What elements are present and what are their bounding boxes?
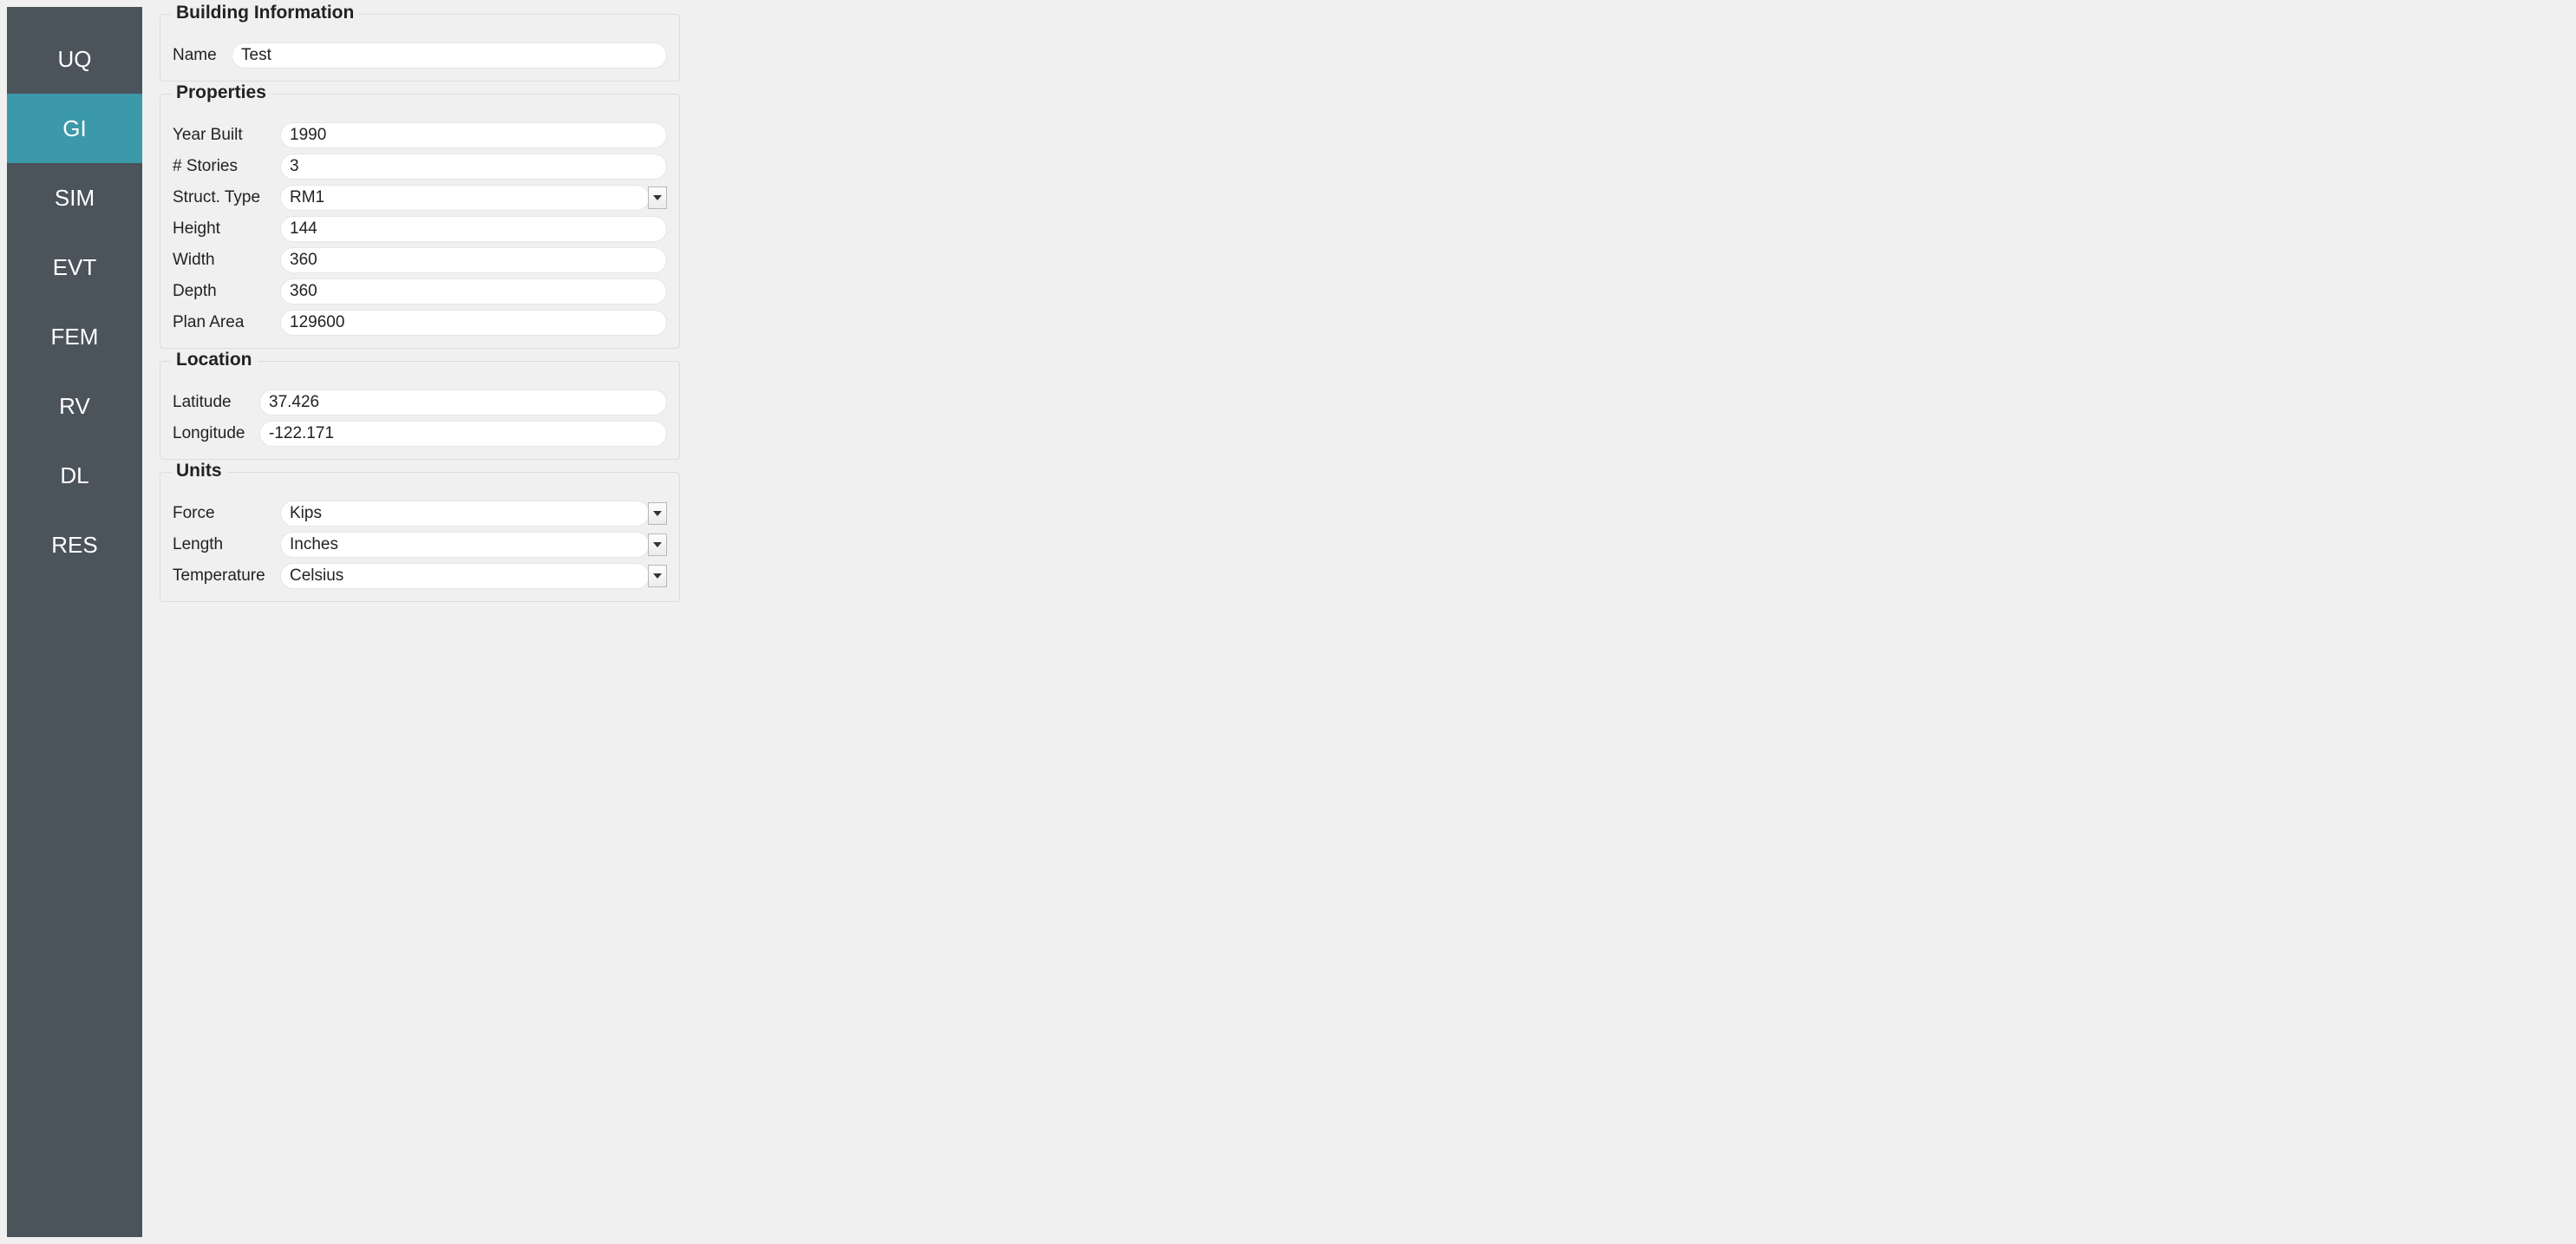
row-width: Width — [173, 247, 667, 273]
plan-area-input[interactable] — [280, 310, 667, 336]
row-force: Force Kips — [173, 501, 667, 527]
label-length: Length — [173, 535, 273, 554]
row-latitude: Latitude — [173, 390, 667, 416]
sidebar: UQ GI SIM EVT FEM RV DL RES — [7, 7, 142, 1237]
group-title: Building Information — [171, 3, 359, 23]
label-longitude: Longitude — [173, 424, 252, 443]
chevron-down-icon[interactable] — [648, 187, 667, 209]
chevron-down-icon[interactable] — [648, 502, 667, 525]
chevron-down-icon[interactable] — [648, 534, 667, 556]
row-stories: # Stories — [173, 154, 667, 180]
app-root: UQ GI SIM EVT FEM RV DL RES Building Inf… — [0, 0, 2576, 1244]
group-body: Year Built # Stories Struct. Type RM1 — [173, 122, 667, 336]
group-title: Properties — [171, 82, 271, 103]
group-title: Location — [171, 350, 258, 370]
group-body: Name — [173, 43, 667, 69]
sidebar-item-dl[interactable]: DL — [7, 441, 142, 510]
group-body: Latitude Longitude — [173, 390, 667, 447]
row-name: Name — [173, 43, 667, 69]
force-value: Kips — [280, 501, 650, 527]
group-properties: Properties Year Built # Stories Struct. … — [160, 94, 680, 349]
sidebar-item-evt[interactable]: EVT — [7, 232, 142, 302]
sidebar-item-fem[interactable]: FEM — [7, 302, 142, 371]
year-built-input[interactable] — [280, 122, 667, 148]
row-height: Height — [173, 216, 667, 242]
label-stories: # Stories — [173, 157, 273, 176]
temperature-value: Celsius — [280, 563, 650, 589]
depth-input[interactable] — [280, 278, 667, 304]
row-struct-type: Struct. Type RM1 — [173, 185, 667, 211]
sidebar-item-label: FEM — [51, 324, 99, 350]
sidebar-item-gi[interactable]: GI — [7, 94, 142, 163]
sidebar-item-res[interactable]: RES — [7, 510, 142, 579]
main-panel: Building Information Name Properties Yea… — [142, 0, 697, 1244]
row-year-built: Year Built — [173, 122, 667, 148]
force-select[interactable]: Kips — [280, 501, 667, 527]
row-depth: Depth — [173, 278, 667, 304]
row-temperature: Temperature Celsius — [173, 563, 667, 589]
label-temperature: Temperature — [173, 566, 273, 586]
label-latitude: Latitude — [173, 393, 252, 412]
label-plan-area: Plan Area — [173, 313, 273, 332]
length-select[interactable]: Inches — [280, 532, 667, 558]
length-value: Inches — [280, 532, 650, 558]
name-input[interactable] — [232, 43, 667, 69]
longitude-input[interactable] — [259, 421, 667, 447]
height-input[interactable] — [280, 216, 667, 242]
label-depth: Depth — [173, 282, 273, 301]
latitude-input[interactable] — [259, 390, 667, 416]
stories-input[interactable] — [280, 154, 667, 180]
sidebar-item-label: GI — [62, 115, 86, 142]
struct-type-select[interactable]: RM1 — [280, 185, 667, 211]
group-body: Force Kips Length Inches — [173, 501, 667, 589]
temperature-select[interactable]: Celsius — [280, 563, 667, 589]
row-length: Length Inches — [173, 532, 667, 558]
sidebar-item-label: DL — [60, 462, 88, 489]
row-longitude: Longitude — [173, 421, 667, 447]
width-input[interactable] — [280, 247, 667, 273]
label-force: Force — [173, 504, 273, 523]
label-name: Name — [173, 46, 225, 65]
chevron-down-icon[interactable] — [648, 565, 667, 587]
label-height: Height — [173, 219, 273, 239]
struct-type-value: RM1 — [280, 185, 650, 211]
label-year-built: Year Built — [173, 126, 273, 145]
sidebar-item-label: UQ — [58, 46, 92, 73]
label-struct-type: Struct. Type — [173, 188, 273, 207]
group-units: Units Force Kips Length Inches — [160, 472, 680, 602]
sidebar-item-label: EVT — [53, 254, 97, 281]
label-width: Width — [173, 251, 273, 270]
sidebar-item-rv[interactable]: RV — [7, 371, 142, 441]
group-title: Units — [171, 461, 227, 481]
sidebar-item-label: RV — [59, 393, 90, 420]
group-location: Location Latitude Longitude — [160, 361, 680, 460]
group-building-information: Building Information Name — [160, 14, 680, 82]
sidebar-item-sim[interactable]: SIM — [7, 163, 142, 232]
row-plan-area: Plan Area — [173, 310, 667, 336]
sidebar-item-uq[interactable]: UQ — [7, 24, 142, 94]
sidebar-item-label: RES — [51, 532, 97, 559]
sidebar-item-label: SIM — [55, 185, 95, 212]
